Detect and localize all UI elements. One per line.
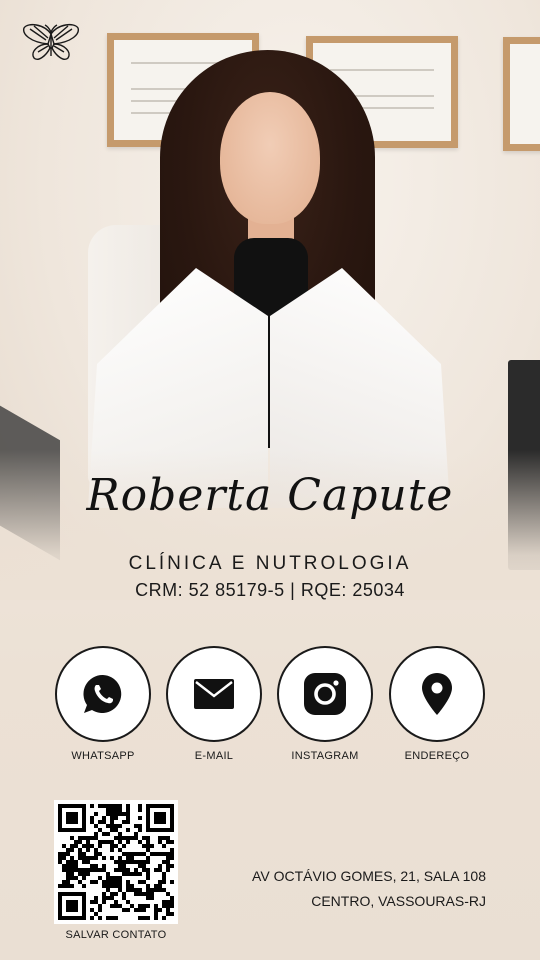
portrait-face [220, 92, 320, 224]
instagram-label: INSTAGRAM [291, 750, 359, 762]
contact-buttons: WHATSAPP E-MAIL INSTAGRAM ENDEREÇO [0, 646, 540, 770]
whatsapp-icon [83, 674, 122, 713]
instagram-button[interactable]: INSTAGRAM [277, 646, 373, 766]
whatsapp-label: WHATSAPP [71, 750, 135, 762]
clinic-address: AV OCTÁVIO GOMES, 21, SALA 108 CENTRO, V… [252, 864, 486, 914]
doctor-name: Roberta Capute [86, 470, 454, 521]
mail-icon [194, 679, 234, 709]
address-line-2: CENTRO, VASSOURAS-RJ [311, 893, 486, 909]
instagram-circle[interactable] [277, 646, 373, 742]
email-circle[interactable] [166, 646, 262, 742]
save-contact-caption[interactable]: SALVAR CONTATO [30, 929, 202, 941]
address-label: ENDEREÇO [404, 750, 470, 762]
whatsapp-button[interactable]: WHATSAPP [55, 646, 151, 766]
butterfly-icon [23, 23, 79, 60]
qr-code-image [58, 804, 174, 920]
business-card-page: Roberta Capute CLÍNICA E NUTROLOGIA CRM:… [0, 0, 540, 960]
email-button[interactable]: E-MAIL [166, 646, 262, 766]
qr-code[interactable] [54, 800, 178, 924]
address-line-1: AV OCTÁVIO GOMES, 21, SALA 108 [252, 868, 486, 884]
email-label: E-MAIL [194, 750, 234, 762]
registry-numbers: CRM: 52 85179-5 | RQE: 25034 [135, 580, 405, 600]
specialty-title: CLÍNICA E NUTROLOGIA [128, 553, 412, 574]
location-pin-icon [422, 673, 452, 715]
instagram-icon [304, 673, 346, 715]
address-circle[interactable] [389, 646, 485, 742]
address-button[interactable]: ENDEREÇO [389, 646, 485, 766]
whatsapp-circle[interactable] [55, 646, 151, 742]
certificate-frame [503, 37, 540, 151]
